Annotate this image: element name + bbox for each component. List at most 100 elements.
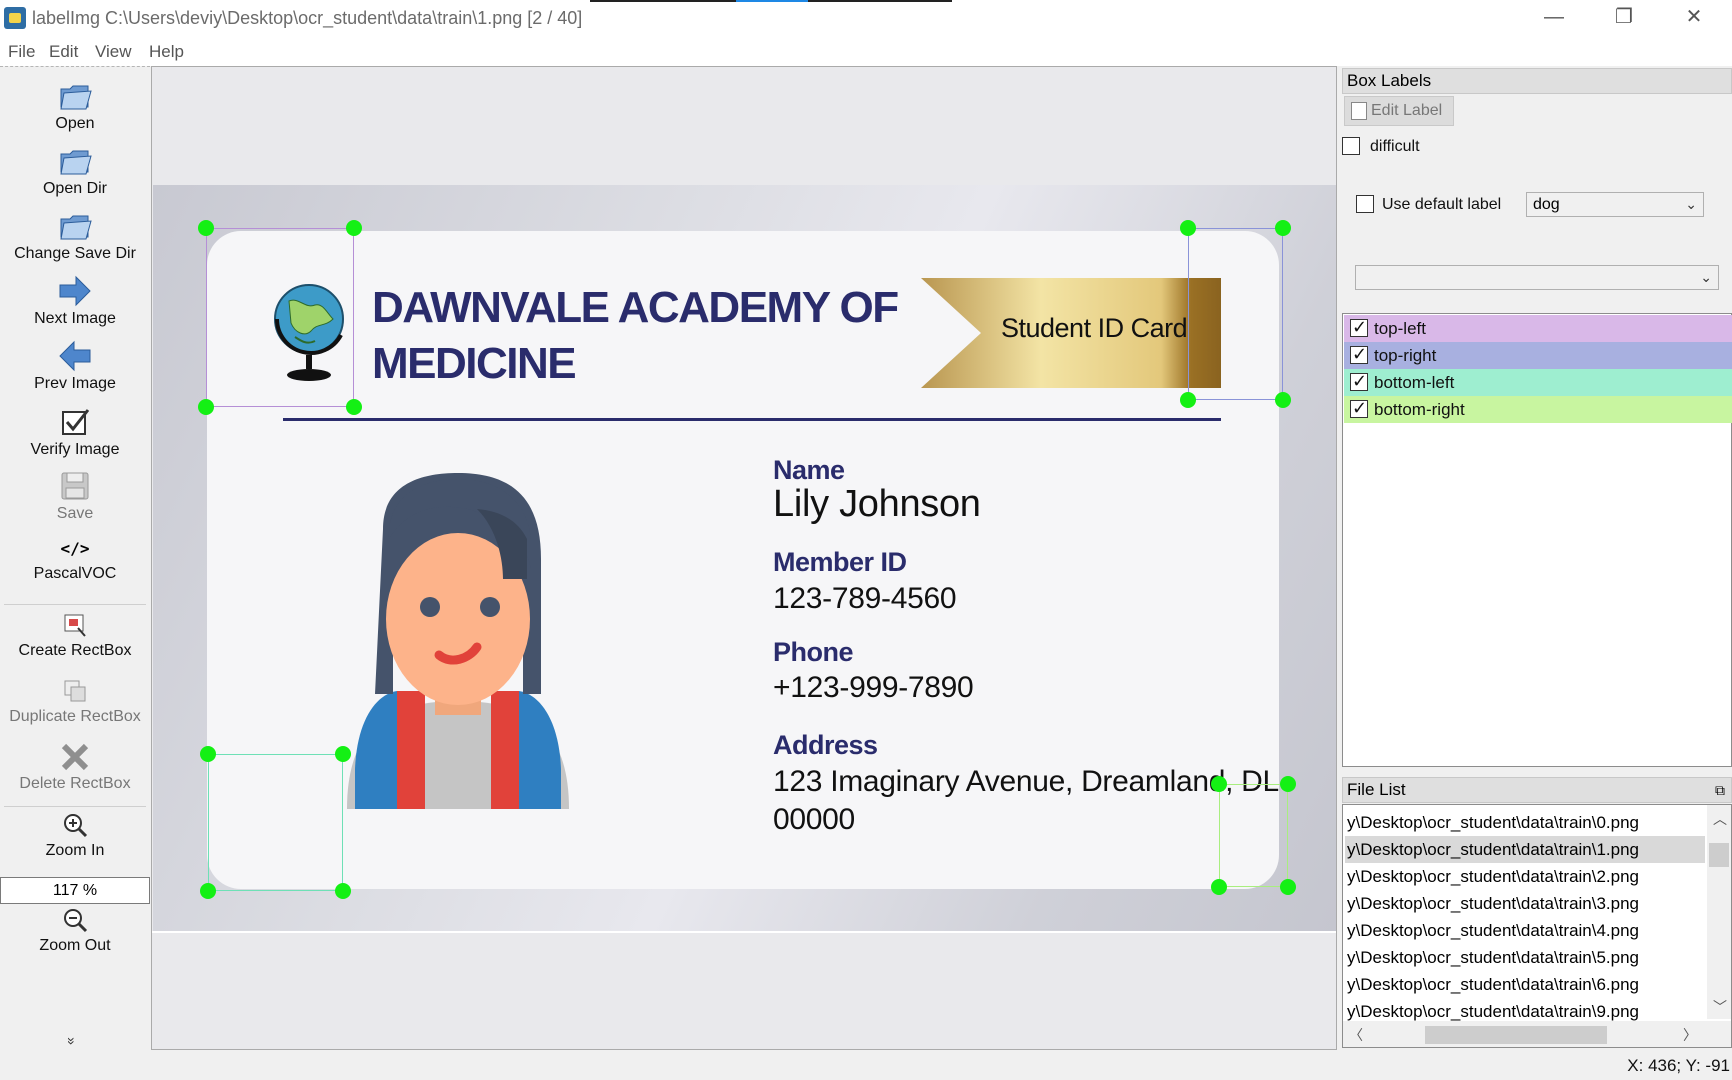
toolbar-separator (4, 604, 146, 605)
minimize-button[interactable]: — (1520, 0, 1588, 36)
school-name: DAWNVALE ACADEMY OF MEDICINE (372, 283, 899, 388)
bbox-handle[interactable] (1275, 392, 1291, 408)
labelimg-window: labelImg C:\Users\deviy\Desktop\ocr_stud… (0, 0, 1732, 1080)
change-save-dir-button[interactable]: Change Save Dir (0, 209, 150, 263)
bbox-handle[interactable] (200, 746, 216, 762)
file-list-item[interactable]: y\Desktop\ocr_student\data\train\5.png (1345, 944, 1705, 971)
label-visible-checkbox[interactable] (1350, 398, 1368, 419)
file-list-item[interactable]: y\Desktop\ocr_student\data\train\0.png (1345, 809, 1705, 836)
bbox-handle[interactable] (335, 746, 351, 762)
create-rectbox-icon (64, 614, 86, 637)
student-portrait (347, 473, 569, 809)
zoom-in-icon (64, 814, 88, 838)
scroll-down-arrow-icon[interactable]: ﹀ (1713, 997, 1727, 1017)
menu-help[interactable]: Help (149, 42, 184, 62)
file-list-item[interactable]: y\Desktop\ocr_student\data\train\4.png (1345, 917, 1705, 944)
file-list-vertical-scrollbar[interactable]: ︿ ﹀ (1707, 805, 1731, 1019)
menu-file[interactable]: File (8, 42, 35, 62)
file-list-item[interactable]: y\Desktop\ocr_student\data\train\2.png (1345, 863, 1705, 890)
loaded-image: DAWNVALE ACADEMY OF MEDICINE Student ID … (153, 185, 1336, 931)
bbox-top-left[interactable] (206, 228, 354, 407)
bbox-handle[interactable] (198, 220, 214, 236)
format-pascalvoc-button[interactable]: </> PascalVOC (0, 539, 150, 583)
folder-icon (60, 150, 92, 175)
use-default-label-text: Use default label (1382, 196, 1502, 213)
member-id-value: 123-789-4560 (773, 582, 957, 615)
pencil-edit-icon (1351, 102, 1367, 120)
default-label-input[interactable]: dog ⌄ (1526, 192, 1704, 217)
title-accent-strip (590, 0, 952, 2)
label-item-bottom-left[interactable]: bottom-left (1344, 369, 1732, 396)
bbox-handle[interactable] (1280, 776, 1296, 792)
close-button[interactable]: ✕ (1660, 0, 1728, 36)
edit-label-button[interactable]: Edit Label (1344, 96, 1454, 126)
folder-save-icon (60, 215, 92, 240)
difficult-checkbox[interactable] (1342, 137, 1360, 155)
create-rectbox-button[interactable]: Create RectBox (0, 612, 150, 660)
image-canvas[interactable]: DAWNVALE ACADEMY OF MEDICINE Student ID … (151, 66, 1337, 1050)
menu-edit[interactable]: Edit (49, 42, 78, 62)
scroll-up-arrow-icon[interactable]: ︿ (1713, 809, 1727, 829)
save-button[interactable]: Save (0, 469, 150, 523)
label-visible-checkbox[interactable] (1350, 371, 1368, 392)
toolbar-separator (4, 806, 146, 807)
bbox-bottom-right[interactable] (1219, 784, 1288, 887)
left-toolbar: Open Open Dir Change Save Dir Next Image… (0, 66, 150, 1050)
file-list-item[interactable]: y\Desktop\ocr_student\data\train\3.png (1345, 890, 1705, 917)
file-list-header: File List ⧉ (1342, 777, 1732, 803)
label-filter-combo[interactable]: ⌄ (1355, 265, 1719, 290)
address-line-2: 00000 (773, 803, 855, 836)
delete-rectbox-button[interactable]: Delete RectBox (0, 741, 150, 793)
open-dir-button[interactable]: Open Dir (0, 144, 150, 198)
label-visible-checkbox[interactable] (1350, 317, 1368, 338)
undock-icon[interactable]: ⧉ (1715, 778, 1725, 802)
bbox-handle[interactable] (1211, 776, 1227, 792)
bbox-handle[interactable] (1280, 879, 1296, 895)
zoom-in-button[interactable]: Zoom In (0, 812, 150, 860)
bbox-handle[interactable] (1211, 879, 1227, 895)
label-item-top-right[interactable]: top-right (1344, 342, 1732, 369)
arrow-left-icon (59, 340, 91, 372)
file-list-item-selected[interactable]: y\Desktop\ocr_student\data\train\1.png (1345, 836, 1705, 863)
bbox-top-right[interactable] (1188, 228, 1283, 400)
floppy-save-icon (61, 472, 89, 500)
folder-open-icon (60, 85, 92, 110)
label-item-top-left[interactable]: top-left (1344, 315, 1732, 342)
cursor-coordinates: X: 436; Y: -91 (1627, 1056, 1730, 1075)
scroll-right-arrow-icon[interactable]: 〉 (1683, 1025, 1697, 1045)
zoom-out-button[interactable]: Zoom Out (0, 907, 150, 955)
next-image-button[interactable]: Next Image (0, 274, 150, 328)
bbox-handle[interactable] (1180, 392, 1196, 408)
bbox-handle[interactable] (346, 399, 362, 415)
bbox-handle[interactable] (1275, 220, 1291, 236)
horizontal-scroll-thumb[interactable] (1425, 1026, 1607, 1044)
bbox-handle[interactable] (335, 883, 351, 899)
duplicate-rectbox-button[interactable]: Duplicate RectBox (0, 678, 150, 726)
verify-image-button[interactable]: Verify Image (0, 405, 150, 459)
zoom-level-field[interactable]: 117 % (0, 877, 150, 904)
zoom-out-icon (64, 909, 88, 933)
bbox-handle[interactable] (200, 883, 216, 899)
vertical-scroll-thumb[interactable] (1709, 843, 1729, 867)
prev-image-button[interactable]: Prev Image (0, 339, 150, 393)
labelimg-app-icon (4, 7, 26, 29)
chevron-down-icon: ⌄ (1685, 196, 1697, 212)
box-label-list: top-left top-right bottom-left bottom-ri… (1342, 313, 1732, 767)
toolbar-more-chevron-icon[interactable]: » (64, 1037, 80, 1045)
bbox-handle[interactable] (198, 399, 214, 415)
bbox-bottom-left[interactable] (208, 754, 343, 891)
restore-button[interactable]: ❐ (1590, 0, 1658, 36)
label-visible-checkbox[interactable] (1350, 344, 1368, 365)
file-list-horizontal-scrollbar[interactable]: 〈 〉 (1343, 1021, 1731, 1047)
label-item-bottom-right[interactable]: bottom-right (1344, 396, 1732, 423)
menu-view[interactable]: View (95, 42, 132, 62)
scroll-left-arrow-icon[interactable]: 〈 (1349, 1025, 1363, 1045)
bbox-handle[interactable] (346, 220, 362, 236)
open-button[interactable]: Open (0, 79, 150, 133)
bbox-handle[interactable] (1180, 220, 1196, 236)
difficult-label: difficult (1370, 138, 1420, 155)
use-default-label-checkbox[interactable] (1356, 195, 1374, 213)
file-list-item[interactable]: y\Desktop\ocr_student\data\train\6.png (1345, 971, 1705, 998)
chevron-down-icon: ⌄ (1700, 269, 1712, 285)
duplicate-icon (64, 680, 86, 702)
